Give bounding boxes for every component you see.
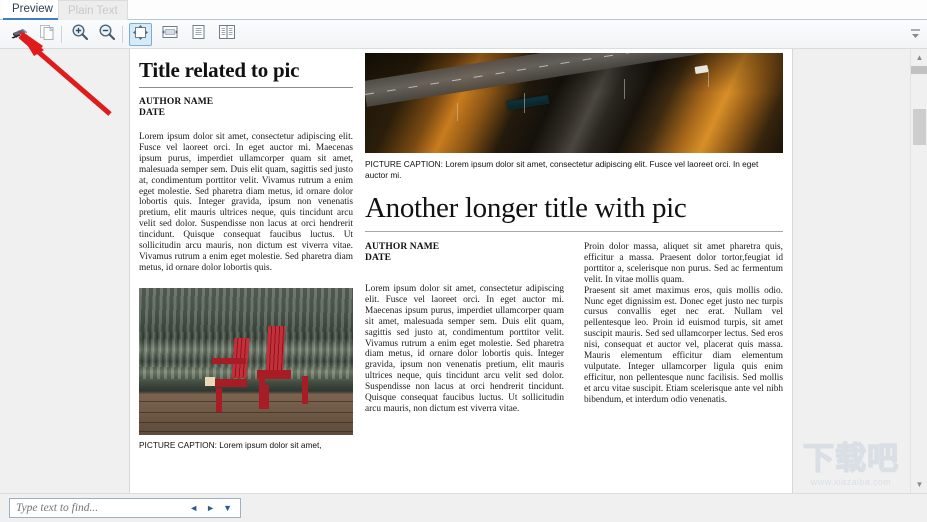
find-next-button[interactable]: ► <box>206 503 215 513</box>
single-page-button[interactable] <box>187 23 210 46</box>
article-two-body-left: Lorem ipsum dolor sit amet, consectetur … <box>365 284 564 414</box>
vertical-scrollbar[interactable]: ▲ ▼ <box>910 49 927 493</box>
toolbar-separator-1 <box>61 26 62 43</box>
scroll-up-arrow[interactable]: ▲ <box>911 49 927 66</box>
zoom-out-button[interactable] <box>95 23 118 46</box>
copy-button[interactable] <box>36 23 59 46</box>
tab-preview[interactable]: Preview <box>3 0 62 20</box>
status-bar: ◄ ► ▼ <box>0 493 927 522</box>
article-one-body: Lorem ipsum dolor sit amet, consectetur … <box>139 132 353 273</box>
article-two-title: Another longer title with pic <box>365 192 687 224</box>
zoom-out-icon <box>98 23 116 46</box>
print-button[interactable] <box>8 23 31 46</box>
find-options-chevron-icon[interactable]: ▼ <box>223 503 232 513</box>
tab-plain-text[interactable]: Plain Text <box>58 0 128 20</box>
scrollbar-track-marker <box>911 66 927 74</box>
toolbar-separator-2 <box>122 26 123 43</box>
find-previous-button[interactable]: ◄ <box>189 503 198 513</box>
scroll-down-arrow[interactable]: ▼ <box>911 476 927 493</box>
facing-pages-icon <box>218 24 236 45</box>
article-two-caption: PICTURE CAPTION: Lorem ipsum dolor sit a… <box>365 159 759 180</box>
preview-toolbar <box>0 20 927 49</box>
article-two-body-right-p2: Praesent sit amet maximus eros, quis mol… <box>584 285 783 405</box>
article-one-title: Title related to pic <box>139 58 300 82</box>
document-page: Title related to pic AUTHOR NAME DATE Lo… <box>130 49 792 493</box>
article-one-caption: PICTURE CAPTION: Lorem ipsum dolor sit a… <box>139 439 322 450</box>
article-one-photo <box>139 287 353 435</box>
tab-plain-text-label: Plain Text <box>68 4 118 17</box>
find-navigation: ◄ ► ▼ <box>189 503 240 513</box>
article-two: PICTURE CAPTION: Lorem ipsum dolor sit a… <box>365 53 783 415</box>
fit-page-button[interactable] <box>129 23 152 46</box>
printer-icon <box>10 24 29 46</box>
single-page-icon <box>190 24 207 45</box>
find-bar[interactable]: ◄ ► ▼ <box>9 498 241 518</box>
article-one: Title related to pic AUTHOR NAME DATE Lo… <box>139 53 353 450</box>
article-two-left-column: AUTHOR NAME DATE Lorem ipsum dolor sit a… <box>365 242 564 415</box>
article-one-author: AUTHOR NAME <box>139 97 214 107</box>
zoom-in-icon <box>71 23 89 46</box>
view-mode-tabstrip: Preview Plain Text <box>0 0 927 20</box>
document-viewport[interactable]: Title related to pic AUTHOR NAME DATE Lo… <box>0 49 910 493</box>
article-two-author: AUTHOR NAME <box>365 242 440 252</box>
article-two-photo <box>365 53 783 153</box>
fit-width-button[interactable] <box>158 23 181 46</box>
tab-preview-label: Preview <box>12 3 53 15</box>
scrollbar-thumb[interactable] <box>913 109 926 145</box>
facing-pages-button[interactable] <box>215 23 238 46</box>
application-window: Preview Plain Text Title related to pic … <box>0 0 927 522</box>
search-input[interactable] <box>10 502 190 514</box>
fit-page-icon <box>132 24 149 46</box>
article-two-body-right-p1: Proin dolor massa, aliquet sit amet phar… <box>584 242 783 285</box>
toolbar-overflow-button[interactable] <box>909 27 921 41</box>
article-two-right-column: Proin dolor massa, aliquet sit amet phar… <box>584 242 783 406</box>
zoom-in-button[interactable] <box>68 23 91 46</box>
article-one-date: DATE <box>139 108 166 118</box>
fit-width-icon <box>161 24 179 45</box>
article-two-date: DATE <box>365 253 392 263</box>
copy-pages-icon <box>39 23 56 46</box>
